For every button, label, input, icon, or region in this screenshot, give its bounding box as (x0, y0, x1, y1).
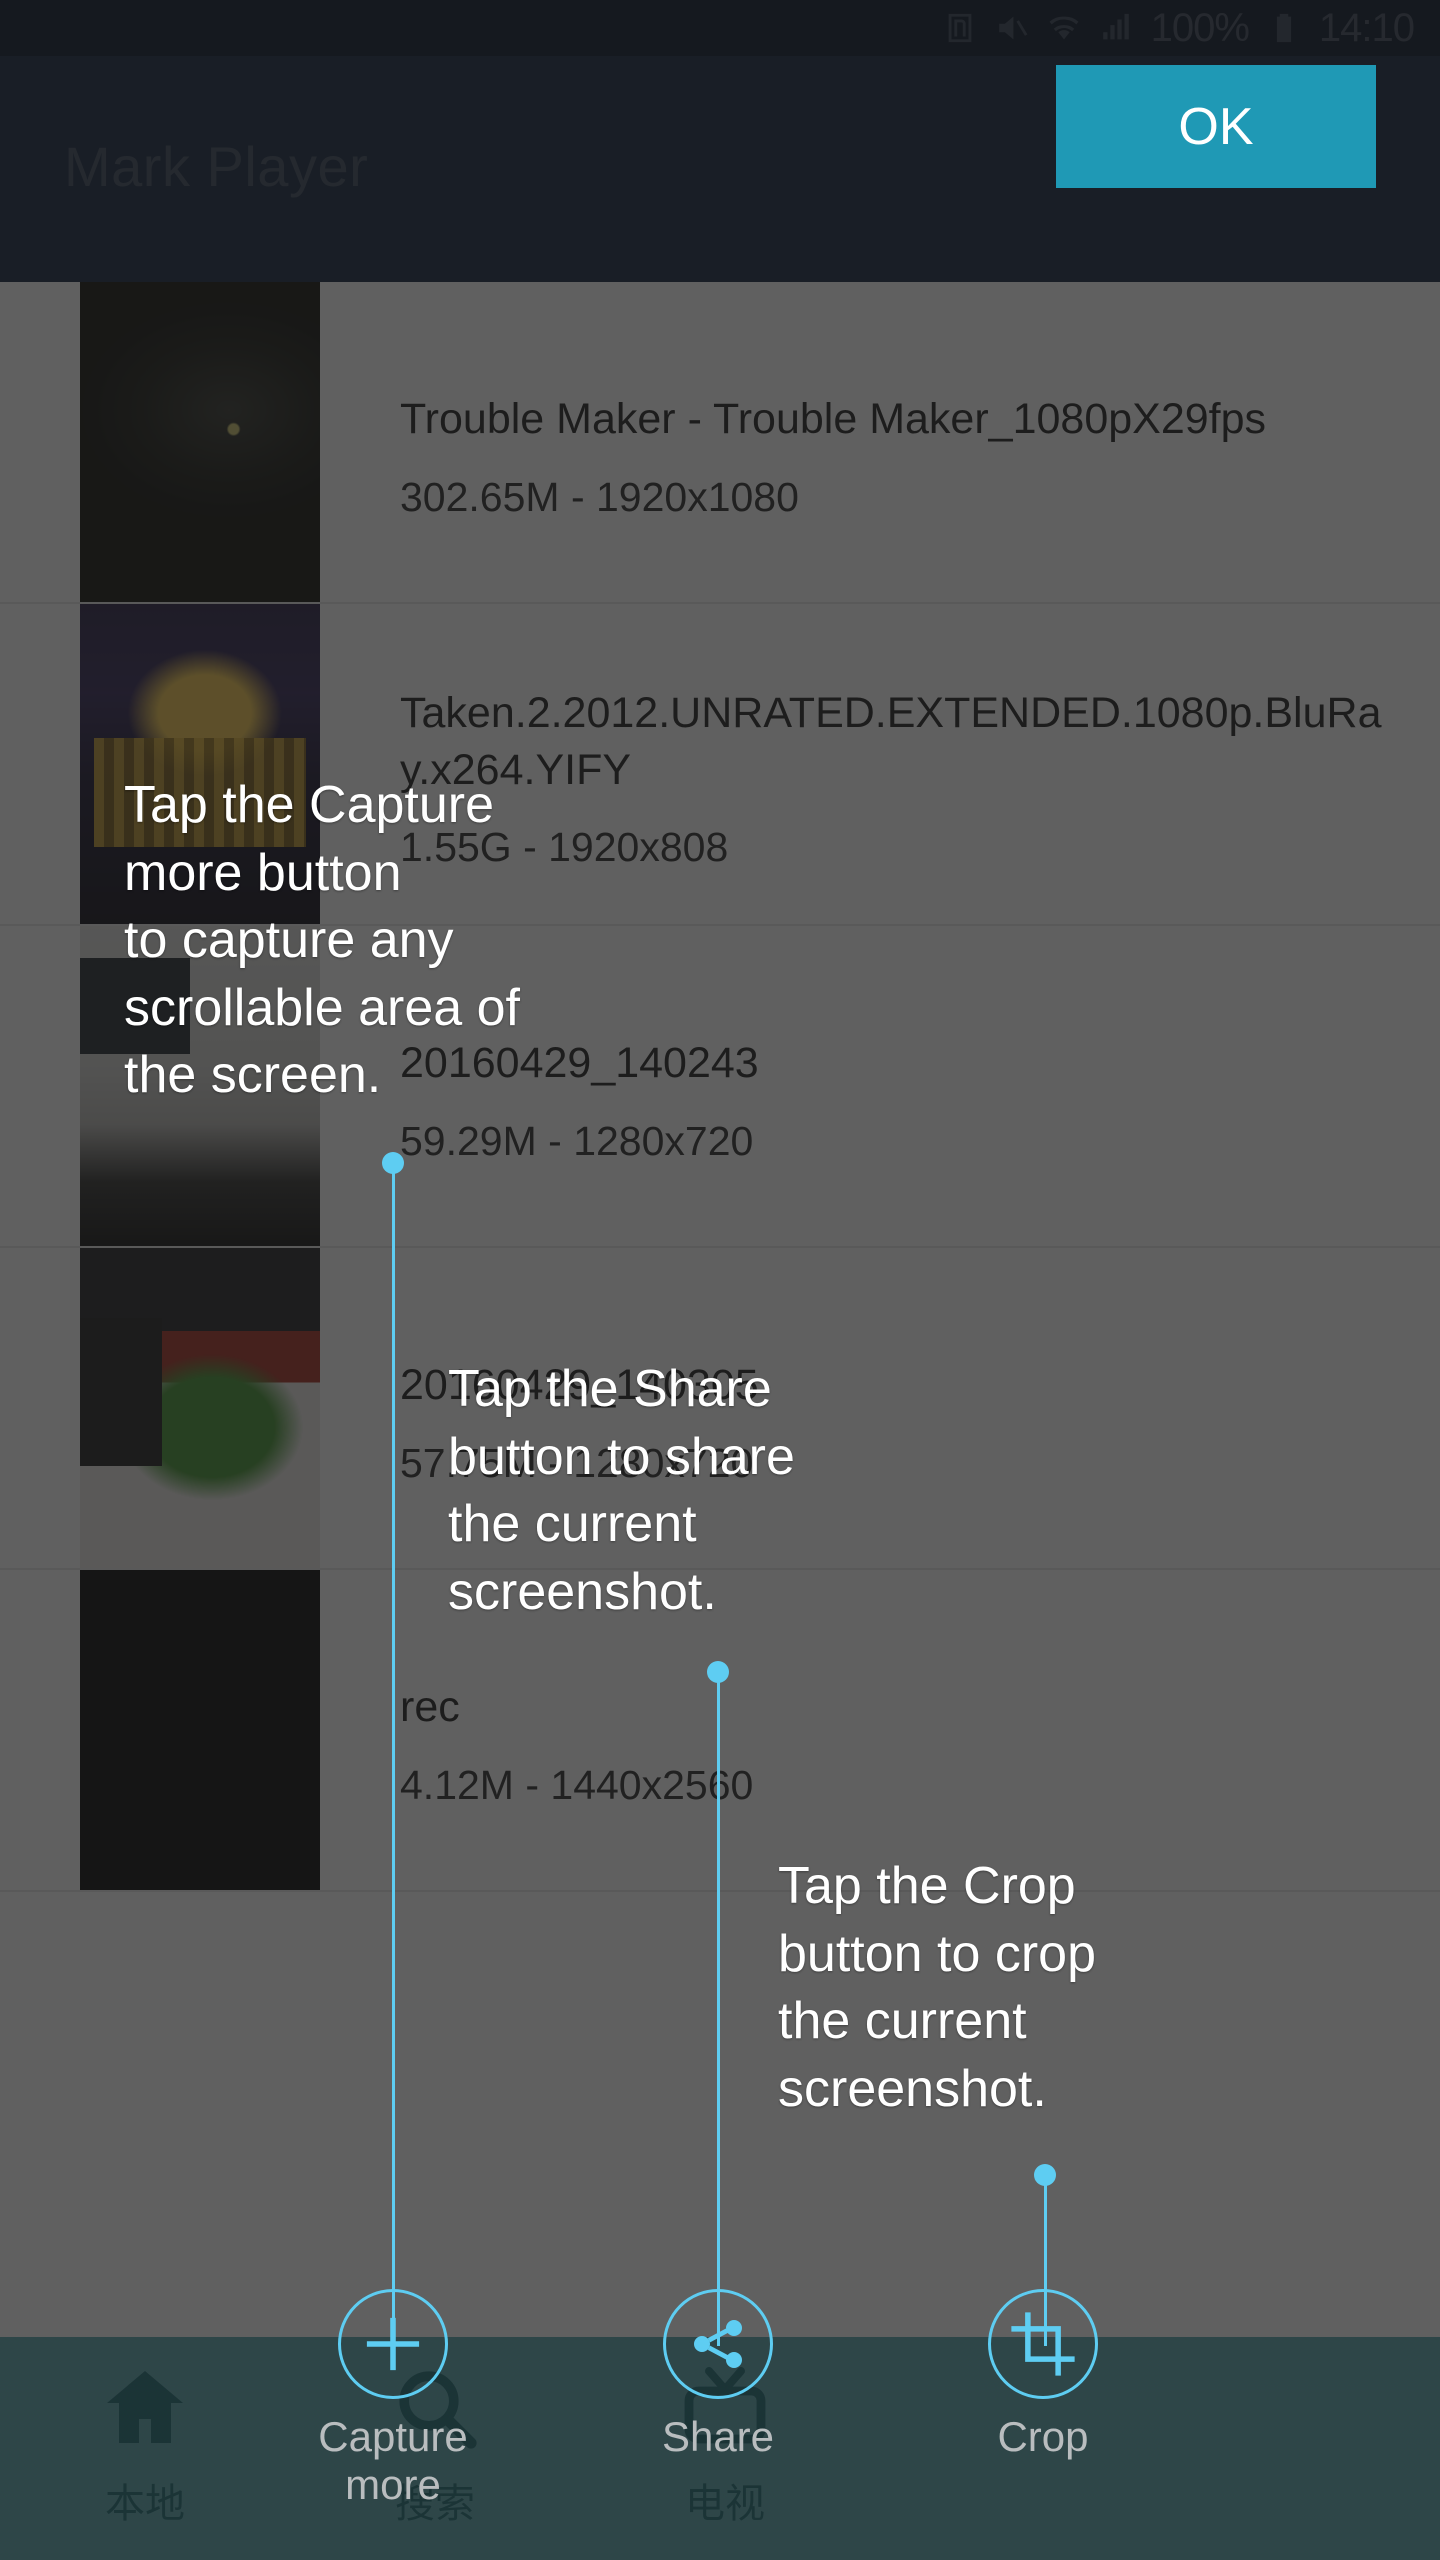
thumbnail-art (80, 1570, 320, 1890)
list-item-thumbnail (80, 1570, 320, 1890)
leader-stem (391, 1163, 395, 2346)
list-item-title: rec (400, 1683, 460, 1732)
tooltip-crop: Tap the Crop button to crop the current … (778, 1857, 1096, 2118)
capture-more-label: Capture more (318, 2413, 468, 2509)
screen: 100% 14:10 Mark Player Trouble Maker - T… (0, 0, 1440, 2560)
list-item-title: Trouble Maker - Trouble Maker_1080pX29fp… (400, 395, 1267, 444)
crop-icon (1011, 2312, 1075, 2376)
list-item-subtitle: 59.29M - 1280x720 (400, 1117, 754, 1164)
share-button[interactable]: Share (643, 2289, 793, 2461)
share-label: Share (661, 2413, 775, 2460)
crop-button[interactable]: Crop (968, 2289, 1118, 2461)
list-item-meta: Trouble Maker - Trouble Maker_1080pX29fp… (320, 282, 1440, 602)
capture-more-circle (338, 2289, 448, 2399)
list-item-thumbnail (80, 282, 320, 602)
leader-stem (716, 1672, 720, 2346)
crop-label: Crop (997, 2413, 1089, 2460)
thumbnail-art (80, 282, 320, 602)
plus-icon (366, 2317, 420, 2371)
crop-circle (988, 2289, 1098, 2399)
share-icon (694, 2320, 742, 2368)
list-item-subtitle: 302.65M - 1920x1080 (400, 473, 799, 520)
list-item-thumbnail (80, 1248, 320, 1568)
share-circle (663, 2289, 773, 2399)
app-content: 100% 14:10 Mark Player Trouble Maker - T… (0, 0, 1440, 2560)
capture-more-button[interactable]: Capture more (318, 2289, 468, 2510)
tooltip-share: Tap the Share button to share the curren… (448, 1360, 795, 1621)
ok-button[interactable]: OK (1056, 65, 1376, 188)
list-item[interactable]: Trouble Maker - Trouble Maker_1080pX29fp… (0, 282, 1440, 604)
tooltip-capture-more: Tap the Capture more button to capture a… (124, 776, 520, 1105)
thumbnail-art (80, 1248, 320, 1568)
list-item-subtitle: 4.12M - 1440x2560 (400, 1761, 754, 1808)
